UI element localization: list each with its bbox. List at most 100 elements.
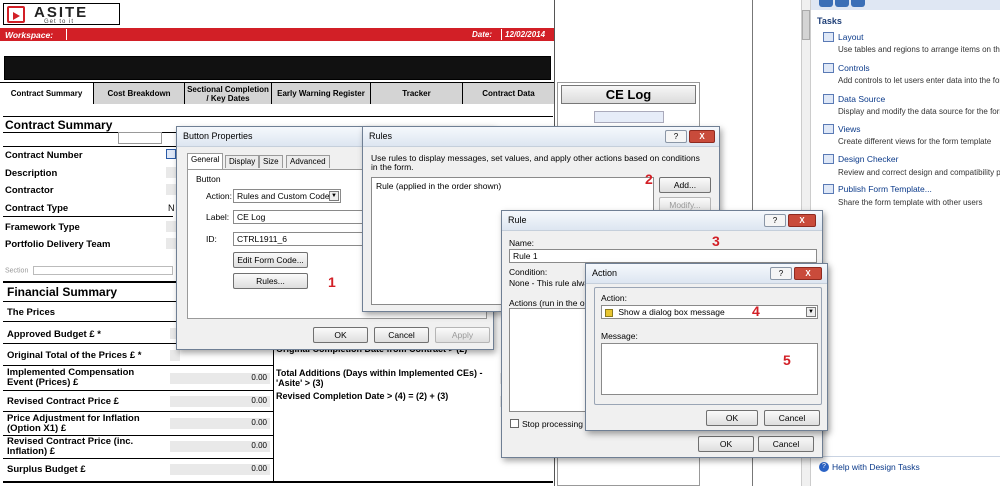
- rule-name-input[interactable]: Rule 1: [509, 249, 817, 263]
- action-label: Action:: [601, 293, 627, 303]
- id-label: ID:: [206, 234, 217, 244]
- divider: [3, 116, 553, 117]
- action-dropdown[interactable]: Rules and Custom Code ▼: [233, 189, 341, 203]
- section-label: Section: [5, 267, 29, 275]
- tab-general[interactable]: General: [187, 153, 224, 169]
- contract-summary-title: Contract Summary: [5, 118, 113, 132]
- label-input[interactable]: CE Log: [233, 210, 383, 224]
- ce-log-preview: [594, 111, 664, 123]
- row-label: Implemented Compensation Event (Prices) …: [7, 367, 135, 388]
- asite-logo-icon: [7, 6, 25, 23]
- section-field[interactable]: [33, 266, 174, 275]
- action-group: Action: Show a dialog box message ▼ 4 Me…: [594, 287, 822, 405]
- task-desc: Share the form template with other users: [838, 198, 983, 207]
- tab-advanced[interactable]: Advanced: [286, 155, 330, 168]
- add-rule-button[interactable]: Add...: [659, 177, 711, 193]
- inflation-field[interactable]: 0.00: [170, 418, 270, 429]
- task-desc: Review and correct design and compatibil…: [838, 168, 1000, 177]
- views-icon: [823, 124, 834, 134]
- contract-field[interactable]: [118, 132, 162, 144]
- task-link-design-checker[interactable]: Design Checker: [838, 154, 898, 164]
- divider: [3, 481, 553, 483]
- ok-button[interactable]: OK: [313, 327, 368, 343]
- annotation-number: 1: [328, 274, 336, 290]
- tab-tracker[interactable]: Tracker: [370, 83, 462, 104]
- id-input[interactable]: CTRL1911_6: [233, 232, 383, 246]
- tab-contract-summary[interactable]: Contract Summary: [0, 83, 93, 104]
- close-icon[interactable]: X: [689, 130, 715, 143]
- controls-icon: [823, 63, 834, 73]
- name-label: Name:: [509, 238, 535, 248]
- row-label: Description: [5, 168, 58, 179]
- annotation-number: 5: [783, 352, 791, 368]
- ok-button[interactable]: OK: [706, 410, 758, 426]
- home-icon[interactable]: [851, 0, 865, 7]
- close-icon[interactable]: X: [794, 267, 822, 280]
- asite-logo: ASITE Get to it: [3, 3, 120, 25]
- annotation-number: 3: [712, 233, 720, 249]
- revised-price-field[interactable]: 0.00: [170, 396, 270, 407]
- help-icon[interactable]: ?: [665, 130, 687, 143]
- surplus-budget-field[interactable]: 0.00: [170, 464, 270, 475]
- date-field[interactable]: 12/02/2014: [501, 29, 551, 40]
- annotation-number: 2: [645, 171, 653, 187]
- tab-early-warning-register[interactable]: Early Warning Register: [271, 83, 370, 104]
- back-icon[interactable]: [819, 0, 833, 7]
- row-label: Price Adjustment for Inflation (Option X…: [7, 413, 140, 434]
- message-input[interactable]: [601, 343, 818, 395]
- design-tasks-pane: Tasks Layout Use tables and regions to a…: [801, 0, 1000, 486]
- tab-contract-data[interactable]: Contract Data: [462, 83, 554, 104]
- right-row-label: Total Additions (Days within Implemented…: [276, 368, 483, 388]
- forward-icon[interactable]: [835, 0, 849, 7]
- task-link-layout[interactable]: Layout: [838, 32, 864, 42]
- original-total-field[interactable]: [170, 350, 180, 361]
- checkbox-icon[interactable]: [166, 149, 176, 159]
- revised-price-inflation-field[interactable]: 0.00: [170, 441, 270, 452]
- publish-icon: [823, 184, 834, 194]
- header-banner: [4, 56, 551, 80]
- scrollbar-thumb[interactable]: [802, 10, 810, 40]
- action-type-dropdown[interactable]: Show a dialog box message ▼: [601, 305, 818, 319]
- tab-display[interactable]: Display: [225, 155, 260, 168]
- apply-button: Apply: [435, 327, 490, 343]
- chevron-down-icon[interactable]: ▼: [806, 307, 816, 317]
- task-link-data-source[interactable]: Data Source: [838, 94, 885, 104]
- chevron-down-icon[interactable]: ▼: [329, 191, 339, 201]
- task-desc: Display and modify the data source for t…: [838, 107, 1000, 116]
- close-icon[interactable]: X: [788, 214, 816, 227]
- help-design-tasks-link[interactable]: Help with Design Tasks: [832, 462, 920, 472]
- stop-processing-label: Stop processing ru: [522, 419, 593, 429]
- cancel-button[interactable]: Cancel: [374, 327, 429, 343]
- annotation-number: 4: [752, 303, 760, 319]
- task-desc: Use tables and regions to arrange items …: [838, 45, 1000, 54]
- contract-type-value: N: [168, 203, 175, 213]
- cancel-button[interactable]: Cancel: [758, 436, 814, 452]
- condition-label: Condition:: [509, 267, 548, 277]
- ok-button[interactable]: OK: [698, 436, 754, 452]
- cancel-button[interactable]: Cancel: [764, 410, 820, 426]
- help-icon[interactable]: ?: [770, 267, 792, 280]
- rules-button[interactable]: Rules...: [233, 273, 308, 289]
- row-label: Contract Type: [5, 203, 69, 214]
- task-link-views[interactable]: Views: [838, 124, 861, 134]
- actions-list[interactable]: [509, 308, 589, 412]
- row-label: Original Total of the Prices £ *: [7, 350, 142, 361]
- stop-processing-checkbox[interactable]: [510, 419, 519, 428]
- help-icon: ?: [819, 462, 829, 472]
- task-link-controls[interactable]: Controls: [838, 63, 870, 73]
- ce-prices-field[interactable]: 0.00: [170, 373, 270, 384]
- ce-log-button[interactable]: CE Log: [561, 85, 696, 104]
- row-label: Framework Type: [5, 222, 80, 233]
- edit-form-code-button[interactable]: Edit Form Code...: [233, 252, 308, 268]
- divider: [811, 456, 1000, 457]
- tab-sectional-completion[interactable]: Sectional Completion / Key Dates: [184, 83, 271, 104]
- help-icon[interactable]: ?: [764, 214, 786, 227]
- tab-cost-breakdown[interactable]: Cost Breakdown: [93, 83, 184, 104]
- tab-size[interactable]: Size: [259, 155, 283, 168]
- pane-toolbar: [811, 0, 1000, 10]
- row-label: The Prices: [7, 307, 56, 318]
- task-desc: Add controls to let users enter data int…: [838, 76, 1000, 85]
- task-link-publish[interactable]: Publish Form Template...: [838, 184, 932, 194]
- task-desc: Create different views for the form temp…: [838, 137, 992, 146]
- date-label: Date:: [472, 30, 493, 39]
